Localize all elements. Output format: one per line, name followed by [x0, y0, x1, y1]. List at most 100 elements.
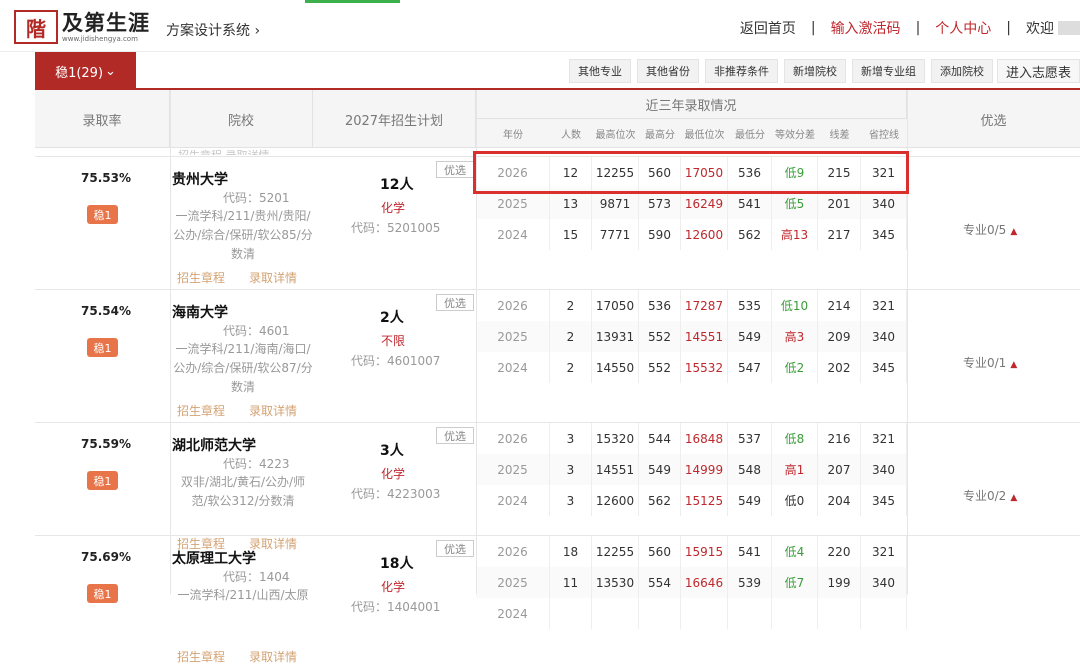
admission-rate: 75.53%	[81, 171, 131, 185]
col-rate: 录取率	[35, 90, 170, 148]
major-select[interactable]: 专业0/1 ▲	[963, 354, 1017, 371]
tab-stable[interactable]: 稳1(29) ⌄	[35, 52, 136, 90]
history-row: 2024	[476, 598, 907, 629]
major-select[interactable]: 专业0/2 ▲	[963, 487, 1017, 504]
cell-ctrl: 340	[861, 454, 907, 485]
university-name[interactable]: 湖北师范大学	[172, 435, 256, 455]
university-tags: 一流学科/211/海南/海口/公办/综合/保研/软公87/分数清	[173, 342, 313, 394]
cell-year: 2024	[476, 219, 550, 250]
prefer-button[interactable]: 优选	[436, 427, 474, 444]
cell-ctrl: 321	[861, 423, 907, 454]
nav-separator: |	[1006, 20, 1011, 36]
cell-ctrl: 345	[861, 352, 907, 383]
cell-line: 209	[818, 321, 861, 352]
cell-ls	[728, 598, 772, 629]
tab-row: 稳1(29) ⌄ 其他专业 其他省份 非推荐条件 新增院校 新增专业组 添加院校 …	[35, 52, 1080, 90]
cell-hs: 590	[639, 219, 681, 250]
admission-rules-link[interactable]: 招生章程	[177, 650, 225, 664]
university-tags: 一流学科/211/山西/太原	[177, 588, 309, 602]
chevron-right-icon: ›	[254, 23, 261, 39]
cell-ls: 541	[728, 536, 772, 567]
cell-lr: 17287	[681, 290, 728, 321]
other-major-button[interactable]: 其他专业	[568, 59, 631, 83]
university-tags: 一流学科/211/贵州/贵阳/公办/综合/保研/软公85/分数清	[173, 209, 313, 261]
history-row: 2024 3 12600 562 15125 549 低0 204 345	[476, 485, 907, 516]
stable-badge: 稳1	[87, 471, 118, 490]
cell-num: 18	[550, 536, 592, 567]
history-row: 2025 2 13931 552 14551 549 高3 209 340	[476, 321, 907, 352]
col-ctrl-line: 省控线	[869, 130, 899, 141]
cell-diff	[772, 598, 818, 629]
prefer-button[interactable]: 优选	[436, 540, 474, 557]
plan-code: 代码：4223003	[351, 487, 441, 501]
nav-personal-link[interactable]: 个人中心	[935, 18, 991, 38]
university-code: 代码：4223	[223, 457, 290, 471]
cell-ls: 549	[728, 485, 772, 516]
cell-hr: 12255	[592, 536, 639, 567]
plan-subject: 化学	[381, 467, 406, 481]
system-name[interactable]: 方案设计系统 ›	[166, 20, 260, 40]
admission-rate: 75.59%	[81, 437, 131, 451]
nav-separator: |	[915, 20, 921, 36]
logo-text-block: 及第生涯 www.jidishengya.com	[62, 9, 150, 44]
cell-year: 2026	[476, 290, 550, 321]
history-row: 2025 3 14551 549 14999 548 高1 207 340	[476, 454, 907, 485]
cell-diff: 高1	[772, 454, 818, 485]
university-code: 代码：5201	[223, 191, 290, 205]
cell-num: 2	[550, 352, 592, 383]
cell-lr: 12600	[681, 219, 728, 250]
admission-details-link[interactable]: 录取详情	[249, 404, 297, 418]
nav-activate-link[interactable]: 输入激活码	[831, 18, 901, 38]
cell-hr: 12600	[592, 485, 639, 516]
username-blurred	[1058, 21, 1080, 35]
cell-ctrl: 345	[861, 485, 907, 516]
cell-hr: 13530	[592, 567, 639, 598]
logo-url: www.jidishengya.com	[62, 34, 138, 43]
cell-ctrl: 321	[861, 290, 907, 321]
university-name[interactable]: 太原理工大学	[172, 548, 256, 568]
logo-text: 及第生涯	[62, 9, 150, 35]
university-name[interactable]: 海南大学	[172, 302, 228, 322]
major-count: 专业0/2	[963, 489, 1007, 503]
append-school-button[interactable]: 添加院校	[930, 59, 993, 83]
nav-home-link[interactable]: 返回首页	[740, 18, 796, 38]
cell-diff: 低2	[772, 352, 818, 383]
university-name[interactable]: 贵州大学	[172, 169, 228, 189]
main-panel: 稳1(29) ⌄ 其他专业 其他省份 非推荐条件 新增院校 新增专业组 添加院校 …	[35, 52, 1080, 664]
prefer-button[interactable]: 优选	[436, 161, 474, 178]
cell-ls: 537	[728, 423, 772, 454]
university-code: 代码：1404	[223, 570, 290, 584]
cell-ls: 535	[728, 290, 772, 321]
major-select[interactable]	[963, 600, 967, 614]
admission-rules-link[interactable]: 招生章程	[177, 404, 225, 418]
col-low-score: 最低分	[735, 130, 765, 141]
admission-rules-link[interactable]: 招生章程	[177, 271, 225, 285]
cell-hr: 17050	[592, 290, 639, 321]
plan-count: 12人	[380, 177, 414, 193]
cell-year: 2026	[476, 536, 550, 567]
major-select[interactable]: 专业0/5 ▲	[963, 221, 1017, 238]
other-province-button[interactable]: 其他省份	[636, 59, 699, 83]
cell-num: 3	[550, 485, 592, 516]
cell-hs: 560	[639, 536, 681, 567]
admission-details-link[interactable]: 录取详情	[249, 271, 297, 285]
logo[interactable]: 階 及第生涯 www.jidishengya.com	[14, 10, 150, 44]
cell-lr	[681, 598, 728, 629]
table-row: 75.54% 稳1 海南大学 代码：4601 一流学科/211/海南/海口/公办/综合/…	[35, 289, 1080, 422]
cell-line: 207	[818, 454, 861, 485]
prefer-button[interactable]: 优选	[436, 294, 474, 311]
cell-diff: 低8	[772, 423, 818, 454]
admission-details-link[interactable]: 录取详情	[249, 650, 297, 664]
enter-application-button[interactable]: 进入志愿表	[996, 59, 1080, 83]
history-row: 2026 18 12255 560 15915 541 低4 220 321	[476, 536, 907, 567]
add-major-group-button[interactable]: 新增专业组	[851, 59, 925, 83]
university-tags: 双非/湖北/黄石/公办/师范/软公312/分数清	[180, 475, 306, 508]
non-recommend-button[interactable]: 非推荐条件	[704, 59, 778, 83]
highlight-box	[473, 151, 909, 194]
cell-hr: 14551	[592, 454, 639, 485]
major-count: 专业0/5	[963, 223, 1007, 237]
cell-num: 2	[550, 290, 592, 321]
add-school-button[interactable]: 新增院校	[783, 59, 846, 83]
cell-num: 3	[550, 454, 592, 485]
col-num: 人数	[561, 130, 581, 141]
